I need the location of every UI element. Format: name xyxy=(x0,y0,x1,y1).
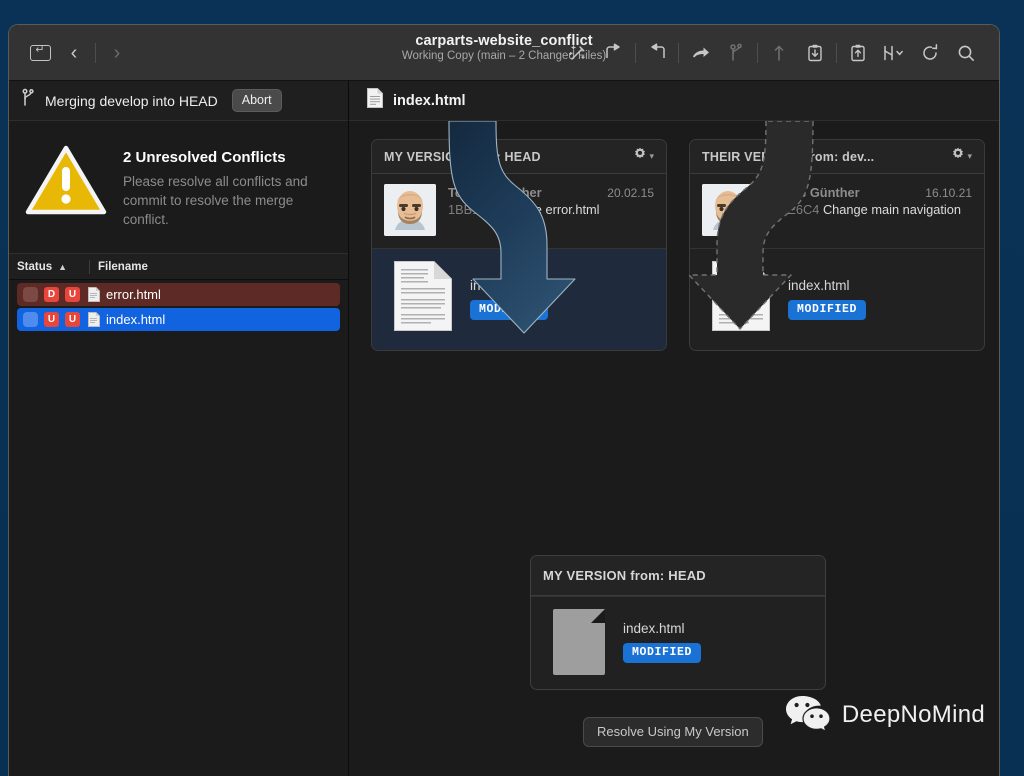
search-icon[interactable] xyxy=(949,38,983,68)
sort-ascending-icon: ▲ xyxy=(58,261,68,272)
header-divider xyxy=(89,259,90,274)
conflict-banner-texts: 2 Unresolved Conflicts Please resolve al… xyxy=(123,143,313,229)
magic-wand-icon[interactable] xyxy=(561,38,595,68)
toolbar-divider-2 xyxy=(635,42,636,63)
branch-icon xyxy=(719,38,753,68)
sidebar-toggle-icon[interactable] xyxy=(25,40,55,66)
merge-arrows xyxy=(448,121,814,334)
toolbar-divider-5 xyxy=(836,42,837,63)
pull-clipboard-icon[interactable] xyxy=(798,38,832,68)
file-color-swatch xyxy=(23,312,38,328)
main-panel: index.html MY VERSION HEAD ▾ 20.02.15 De… xyxy=(349,81,999,776)
status-badge: U xyxy=(65,312,80,328)
result-card[interactable]: MY VERSION from: HEAD index.html MODIFIE… xyxy=(530,555,826,690)
card-title: MY VERSION from: HEAD xyxy=(543,568,706,583)
conflict-description: Please resolve all conflicts and commit … xyxy=(123,174,308,228)
wechat-icon xyxy=(785,693,831,736)
merge-status-bar: Merging develop into HEAD Abort xyxy=(9,81,348,121)
warning-triangle-icon xyxy=(25,143,107,229)
toolbar-actions xyxy=(561,38,983,68)
settings-sliders-icon[interactable] xyxy=(877,38,911,68)
status-badge: MODIFIED xyxy=(623,643,702,663)
app-window: ‹ › carparts-website_conflict Working Co… xyxy=(8,24,1000,776)
file-name: index.html xyxy=(623,621,685,636)
push-clipboard-icon[interactable] xyxy=(841,38,875,68)
file-list-header: Status ▲ Filename xyxy=(9,254,348,281)
table-row[interactable]: U U index.html xyxy=(17,308,340,332)
status-column-header[interactable]: Status ▲ xyxy=(17,261,89,273)
toolbar-divider-3 xyxy=(678,42,679,63)
filename-column-header[interactable]: Filename xyxy=(98,261,148,273)
status-badge: D xyxy=(44,287,59,303)
undo-arrow-icon[interactable] xyxy=(597,38,631,68)
conflict-count-title: 2 Unresolved Conflicts xyxy=(123,149,286,166)
table-row[interactable]: D U error.html xyxy=(17,283,340,307)
abort-button[interactable]: Abort xyxy=(231,89,282,112)
their-version-arrow xyxy=(688,121,814,330)
toolbar: ‹ › carparts-website_conflict Working Co… xyxy=(9,25,999,81)
desktop-background: ‹ › carparts-website_conflict Working Co… xyxy=(0,0,1024,776)
redo-arrow-icon[interactable] xyxy=(640,38,674,68)
html-file-icon xyxy=(367,88,383,113)
my-version-arrow xyxy=(448,121,576,334)
sidebar: Merging develop into HEAD Abort 2 Unreso… xyxy=(9,81,349,776)
file-list: D U error.html U U index.html xyxy=(9,280,348,333)
watermark-text: DeepNoMind xyxy=(841,700,985,728)
chevron-left-icon[interactable]: ‹ xyxy=(59,40,89,66)
main-header: index.html xyxy=(349,81,999,121)
merge-arrow-icon[interactable] xyxy=(683,38,717,68)
merge-status-label: Merging develop into HEAD xyxy=(45,92,218,109)
file-name: index.html xyxy=(106,312,166,328)
toolbar-divider xyxy=(95,42,96,63)
html-file-icon xyxy=(88,287,100,303)
watermark: DeepNoMind xyxy=(785,693,985,736)
toolbar-navigation: ‹ › xyxy=(25,40,132,66)
chevron-right-icon[interactable]: › xyxy=(102,40,132,66)
result-file[interactable]: index.html MODIFIED xyxy=(531,596,825,689)
result-card-header: MY VERSION from: HEAD xyxy=(531,556,825,596)
refresh-icon[interactable] xyxy=(913,38,947,68)
file-name: error.html xyxy=(106,287,161,303)
html-file-icon xyxy=(88,312,100,328)
conflict-banner: 2 Unresolved Conflicts Please resolve al… xyxy=(9,121,348,255)
resolve-using-my-version-button[interactable]: Resolve Using My Version xyxy=(583,717,763,747)
result-file-info: index.html MODIFIED xyxy=(623,621,702,663)
page-title: index.html xyxy=(393,92,466,109)
window-body: Merging develop into HEAD Abort 2 Unreso… xyxy=(9,81,999,776)
status-header-label: Status xyxy=(17,260,53,273)
plain-document-icon xyxy=(553,609,605,675)
push-arrow-icon xyxy=(762,38,796,68)
merge-canvas: MY VERSION from: HEAD ▾ xyxy=(349,121,999,776)
status-badge: U xyxy=(65,287,80,303)
status-badge: U xyxy=(44,312,59,328)
branch-merge-icon xyxy=(21,88,35,113)
toolbar-divider-4 xyxy=(757,42,758,63)
file-color-swatch xyxy=(23,287,38,303)
